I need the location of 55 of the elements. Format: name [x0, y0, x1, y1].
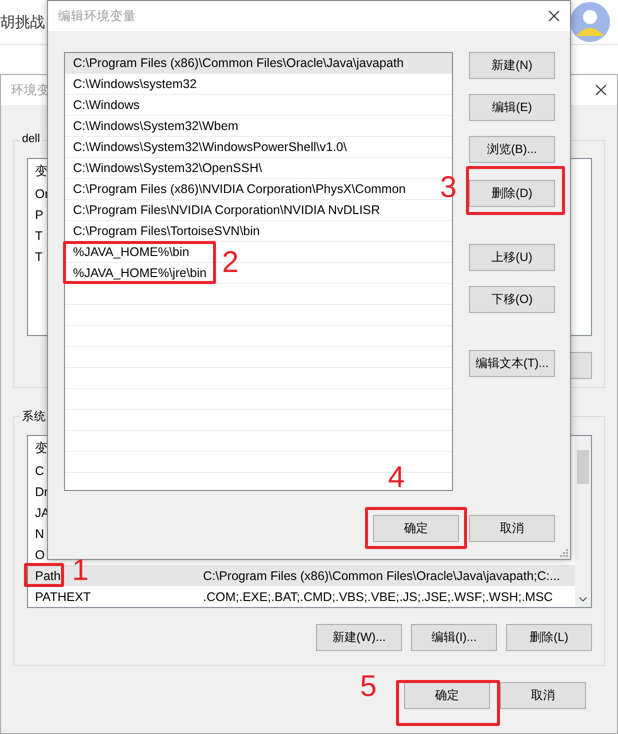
- hidden-button[interactable]: [571, 352, 592, 379]
- variable-name[interactable]: C: [35, 464, 44, 478]
- group-label: 系统: [20, 409, 48, 424]
- scrollbar-thumb[interactable]: [577, 450, 589, 484]
- dialog-title: 编辑环境变量: [58, 8, 136, 24]
- variable-name[interactable]: O: [35, 548, 45, 562]
- path-entry[interactable]: %JAVA_HOME%\jre\bin: [73, 266, 207, 280]
- action-button[interactable]: 新建(W)...: [316, 624, 402, 651]
- side-button[interactable]: 删除(D): [469, 180, 555, 207]
- dialog-button[interactable]: 确定: [373, 515, 459, 542]
- side-button[interactable]: 上移(U): [469, 244, 555, 271]
- dialog-button[interactable]: 确定: [404, 682, 490, 709]
- side-button[interactable]: 浏览(B)...: [469, 136, 555, 163]
- group-label: dell: [20, 133, 42, 145]
- action-button[interactable]: 删除(L): [506, 624, 592, 651]
- variable-name[interactable]: Or: [35, 186, 49, 200]
- step-number: 4: [388, 463, 405, 493]
- side-button[interactable]: 编辑(E): [469, 94, 555, 121]
- side-button[interactable]: 新建(N): [469, 52, 555, 79]
- variable-name[interactable]: P: [35, 208, 44, 222]
- variable-name[interactable]: Path: [35, 568, 61, 582]
- column-header[interactable]: 变: [35, 164, 48, 178]
- close-icon[interactable]: [548, 10, 560, 22]
- page-title: 胡挑战: [0, 12, 45, 32]
- path-entry[interactable]: C:\Windows\System32\Wbem: [73, 119, 238, 133]
- variable-name[interactable]: T: [35, 228, 43, 242]
- action-button[interactable]: 编辑(I)...: [411, 624, 497, 651]
- caret-down-icon[interactable]: [579, 597, 587, 602]
- step-number: 1: [72, 556, 89, 586]
- dialog-button[interactable]: 取消: [469, 515, 555, 542]
- scrollbar[interactable]: [575, 436, 591, 607]
- path-entry[interactable]: C:\Program Files\TortoiseSVN\bin: [73, 224, 260, 238]
- close-icon[interactable]: [595, 84, 607, 96]
- avatar-icon[interactable]: [570, 2, 610, 42]
- variable-value[interactable]: .COM;.EXE;.BAT;.CMD;.VBS;.VBE;.JS;.JSE;.WSF;.WSH;.MSC: [203, 590, 553, 604]
- variable-value[interactable]: C:\Program Files (x86)\Common Files\Oracle\Java\javapath;C:...: [203, 568, 560, 582]
- resize-grip-icon[interactable]: [560, 549, 568, 557]
- side-button[interactable]: 编辑文本(T)...: [469, 350, 555, 377]
- path-entry[interactable]: C:\Program Files\NVIDIA Corporation\NVIDIA NvDLISR: [73, 203, 380, 217]
- path-entry[interactable]: C:\Windows\System32\OpenSSH\: [73, 161, 262, 175]
- path-entry[interactable]: C:\Windows\System32\WindowsPowerShell\v1.0\: [73, 140, 347, 154]
- variable-name[interactable]: T: [35, 250, 43, 264]
- side-button[interactable]: 下移(O): [469, 286, 555, 313]
- variable-name[interactable]: N: [35, 526, 44, 540]
- step-number: 2: [222, 248, 239, 278]
- column-header[interactable]: 变: [35, 440, 48, 454]
- path-entry[interactable]: %JAVA_HOME%\bin: [73, 245, 190, 259]
- dialog-button[interactable]: 取消: [500, 682, 586, 709]
- path-entry[interactable]: C:\Windows\system32: [73, 77, 197, 91]
- highlight-box: [24, 563, 64, 587]
- path-entry[interactable]: C:\Program Files (x86)\NVIDIA Corporation\PhysX\Common: [73, 182, 406, 196]
- variable-name[interactable]: Dr: [35, 484, 48, 498]
- path-entry[interactable]: C:\Windows: [73, 98, 140, 112]
- step-number: 5: [360, 672, 377, 702]
- variable-name[interactable]: PATHEXT: [35, 590, 91, 604]
